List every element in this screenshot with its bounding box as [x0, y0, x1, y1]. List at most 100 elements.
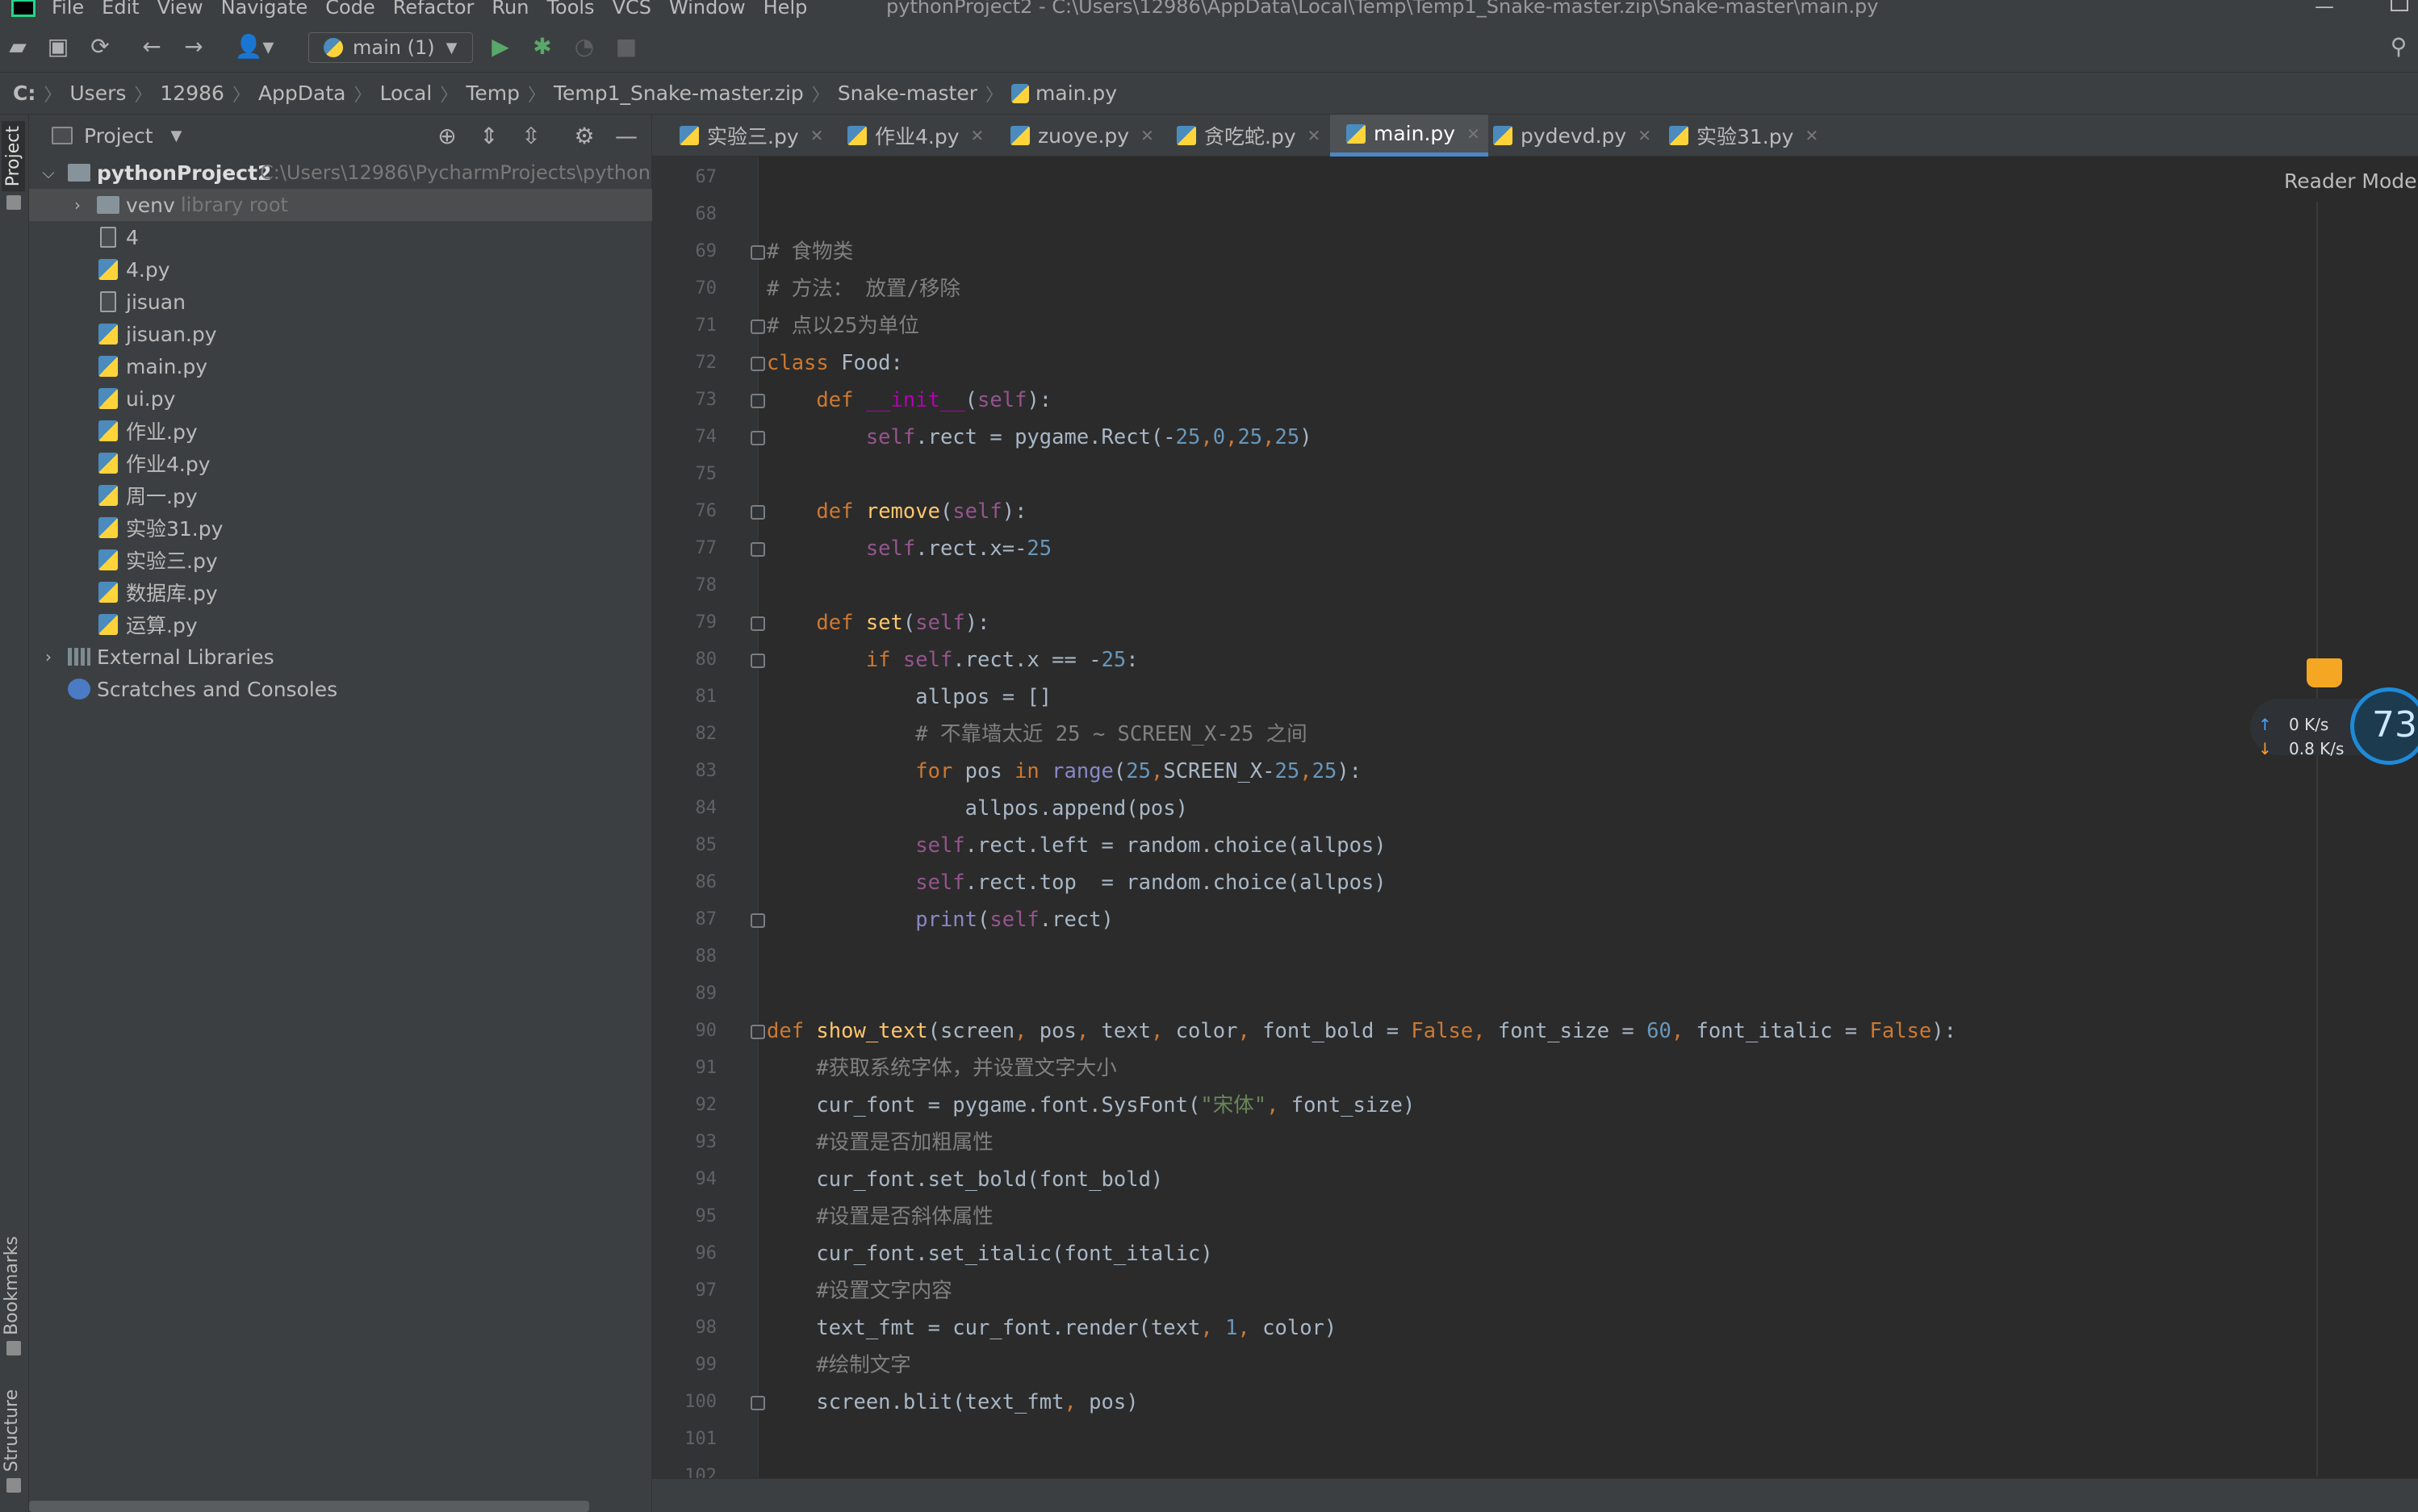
fold-marker-icon[interactable]	[751, 357, 765, 371]
maximize-icon[interactable]	[2391, 0, 2408, 11]
fold-marker-icon[interactable]	[751, 1025, 765, 1039]
editor-gutter[interactable]: 67 68 69 70 71 72 73 74 75 76 77 78 79 80 81 82 83 84 85 86…	[652, 157, 765, 1512]
tree-item-file[interactable]: jisuan.py	[29, 318, 652, 350]
close-icon[interactable]: ✕	[971, 126, 985, 145]
breadcrumb-item[interactable]: Local	[380, 81, 433, 105]
tree-item-file[interactable]: ui.py	[29, 382, 652, 415]
tree-item-file[interactable]: jisuan	[29, 286, 652, 318]
open-folder-icon[interactable]: ▰	[3, 34, 32, 60]
menu-navigate[interactable]: Navigate	[221, 0, 308, 19]
back-arrow-icon[interactable]: ←	[137, 34, 166, 60]
menu-view[interactable]: View	[157, 0, 203, 19]
code-editor[interactable]: 67 68 69 70 71 72 73 74 75 76 77 78 79 80 81 82 83 84 85 86…	[652, 157, 2418, 1512]
locate-icon[interactable]: ⊕	[433, 123, 462, 149]
close-icon[interactable]: ✕	[810, 126, 824, 145]
fold-marker-icon[interactable]	[751, 1396, 765, 1410]
fold-marker-icon[interactable]	[751, 542, 765, 557]
tree-item-root[interactable]: ⌵ pythonProject2 C:\Users\12986\PycharmP…	[29, 157, 669, 189]
code-line[interactable]: allpos = []	[767, 679, 1052, 715]
menu-refactor[interactable]: Refactor	[393, 0, 475, 19]
menu-window[interactable]: Window	[669, 0, 746, 19]
breadcrumb-item[interactable]: Snake-master	[838, 81, 977, 105]
expand-all-icon[interactable]: ⇕	[475, 123, 504, 149]
tab-shiyan31[interactable]: 实验31.py ✕	[1653, 115, 1826, 157]
search-icon[interactable]: ⚲	[2384, 34, 2413, 60]
code-line[interactable]: # 方法： 放置/移除	[767, 271, 960, 307]
code-line[interactable]: cur_font = pygame.font.SysFont("宋体", fon…	[767, 1088, 1415, 1123]
fold-marker-icon[interactable]	[751, 320, 765, 334]
vip-crown-icon[interactable]	[2307, 658, 2342, 687]
debug-icon[interactable]: ✱	[528, 34, 557, 60]
fold-marker-icon[interactable]	[751, 245, 765, 260]
chevron-down-icon[interactable]: ⌵	[40, 163, 56, 182]
tree-item-file[interactable]: 4	[29, 221, 652, 253]
sync-icon[interactable]: ⟳	[86, 34, 115, 60]
code-line[interactable]: print(self.rect)	[767, 902, 1114, 938]
tree-item-file[interactable]: 运算.py	[29, 608, 652, 641]
gear-icon[interactable]: ⚙	[570, 123, 599, 149]
tool-tab-bookmarks[interactable]: Bookmarks	[2, 1236, 22, 1335]
breadcrumb-item[interactable]: Users	[69, 81, 126, 105]
tab-shiyan-san[interactable]: 实验三.py ✕	[663, 115, 831, 157]
code-line[interactable]: #设置文字内容	[767, 1273, 952, 1309]
fold-marker-icon[interactable]	[751, 431, 765, 445]
code-line[interactable]: class Food:	[767, 345, 903, 381]
breadcrumb-item[interactable]: Temp	[466, 81, 520, 105]
tab-main[interactable]: main.py ✕	[1330, 115, 1488, 157]
code-line[interactable]: self.rect.top = random.choice(allpos)	[767, 865, 1386, 900]
hide-panel-icon[interactable]: —	[612, 123, 641, 149]
collapse-all-icon[interactable]: ⇳	[517, 123, 546, 149]
close-icon[interactable]: ✕	[1140, 126, 1154, 145]
code-line[interactable]: #绘制文字	[767, 1347, 910, 1383]
coverage-icon[interactable]: ◔	[570, 34, 599, 60]
menu-file[interactable]: File	[52, 0, 84, 19]
code-line[interactable]: text_fmt = cur_font.render(text, 1, colo…	[767, 1310, 1337, 1346]
tab-snake[interactable]: 贪吃蛇.py ✕	[1161, 115, 1328, 157]
tree-item-file[interactable]: 4.py	[29, 253, 652, 286]
tree-item-file[interactable]: 作业.py	[29, 415, 652, 447]
run-icon[interactable]: ▶	[486, 34, 515, 60]
tab-zuoye4[interactable]: 作业4.py ✕	[831, 115, 992, 157]
code-line[interactable]: self.rect.left = random.choice(allpos)	[767, 828, 1386, 863]
chevron-down-icon[interactable]: ▼	[171, 127, 182, 144]
menu-help[interactable]: Help	[763, 0, 808, 19]
tree-item-venv[interactable]: › venv library root	[29, 189, 652, 221]
code-line[interactable]: for pos in range(25,SCREEN_X-25,25):	[767, 754, 1362, 789]
menu-vcs[interactable]: VCS	[613, 0, 651, 19]
fold-marker-icon[interactable]	[751, 505, 765, 520]
code-line[interactable]: self.rect = pygame.Rect(-25,0,25,25)	[767, 420, 1312, 455]
project-panel-title[interactable]: Project	[84, 124, 153, 148]
network-speed-widget[interactable]: ↑ 0 K/s ↓ 0.8 K/s 73%	[2250, 687, 2418, 765]
fold-marker-icon[interactable]	[751, 394, 765, 408]
tree-item-file[interactable]: main.py	[29, 350, 652, 382]
code-line[interactable]: #获取系统字体，并设置文字大小	[767, 1050, 1116, 1086]
save-icon[interactable]: ▣	[44, 34, 73, 60]
code-line[interactable]: cur_font.set_bold(font_bold)	[767, 1162, 1163, 1197]
code-line[interactable]: # 食物类	[767, 234, 853, 269]
menu-tools[interactable]: Tools	[546, 0, 594, 19]
tool-tab-structure[interactable]: Structure	[2, 1389, 22, 1472]
chevron-right-icon[interactable]: ›	[69, 195, 86, 215]
tree-item-file[interactable]: 实验31.py	[29, 512, 652, 544]
tree-item-external-libraries[interactable]: › External Libraries	[29, 641, 652, 673]
code-line[interactable]: self.rect.x=-25	[767, 531, 1052, 566]
breadcrumb-item[interactable]: 12986	[160, 81, 224, 105]
menu-code[interactable]: Code	[325, 0, 374, 19]
fold-marker-icon[interactable]	[751, 913, 765, 928]
forward-arrow-icon[interactable]: →	[179, 34, 208, 60]
code-line[interactable]: # 不靠墙太近 25 ~ SCREEN_X-25 之间	[767, 716, 1307, 752]
user-icon[interactable]: 👤▾	[234, 34, 274, 60]
breadcrumb-item[interactable]: C:	[13, 81, 36, 105]
code-line[interactable]: #设置是否加粗属性	[767, 1125, 993, 1160]
run-configuration-select[interactable]: main (1) ▼	[308, 32, 473, 63]
fold-marker-icon[interactable]	[751, 654, 765, 668]
breadcrumb-item[interactable]: Temp1_Snake-master.zip	[554, 81, 804, 105]
reader-mode-toggle[interactable]: Reader Mode	[2284, 169, 2417, 193]
tree-item-file[interactable]: 数据库.py	[29, 576, 652, 608]
menu-edit[interactable]: Edit	[102, 0, 139, 19]
tool-tab-project[interactable]: Project	[2, 121, 25, 192]
close-icon[interactable]: ✕	[1805, 126, 1818, 145]
menu-run[interactable]: Run	[492, 0, 529, 19]
code-line[interactable]: def __init__(self):	[767, 382, 1052, 418]
code-line[interactable]: def show_text(screen, pos, text, color, …	[767, 1013, 1956, 1049]
